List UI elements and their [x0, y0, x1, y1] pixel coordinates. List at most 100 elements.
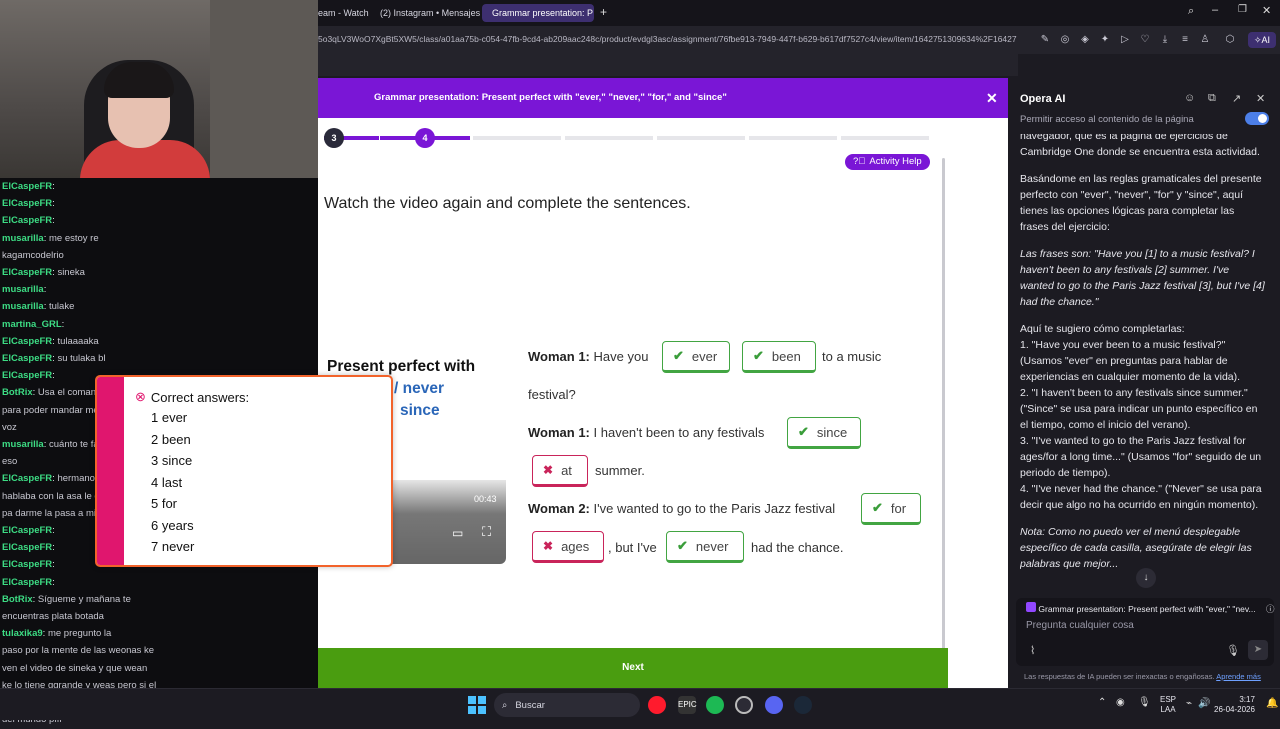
tab-instagram[interactable]: (2) Instagram • Mensajes [370, 4, 480, 22]
cube-icon[interactable]: ⬡ [1222, 32, 1238, 48]
taskbar-search[interactable]: ⌕ Buscar [494, 693, 640, 717]
chat-username[interactable]: musarilla [2, 301, 44, 312]
ai-prompt-input[interactable]: Pregunta cualquier cosa [1026, 620, 1134, 631]
chat-message: musarilla: [2, 281, 318, 298]
chat-username[interactable]: ElCaspeFR [2, 336, 52, 347]
spotify-icon[interactable] [706, 696, 724, 714]
chat-username[interactable]: ElCaspeFR [2, 542, 52, 553]
chat-username[interactable]: BotRix [2, 387, 33, 398]
url-field[interactable]: 5o3qLV3WoO7XgBt5XW5/class/a01aa75b-c054-… [318, 34, 1017, 44]
answer-box-5[interactable]: ✔ for [861, 493, 921, 525]
epic-games-icon[interactable]: EPIC [678, 696, 697, 714]
chat-message: encuentras plata botada [2, 608, 318, 625]
search-label: Buscar [515, 699, 545, 711]
chat-username[interactable]: martina_GRL [2, 319, 62, 330]
answer-box-7[interactable]: ✔ never [666, 531, 744, 563]
ai-button[interactable]: ✧AI [1248, 32, 1276, 48]
tools-icon[interactable]: ✦ [1097, 32, 1113, 48]
next-button[interactable]: Next [318, 648, 948, 688]
menu-icon[interactable]: ≡ [1177, 32, 1193, 48]
chat-username[interactable]: ElCaspeFR [2, 525, 52, 536]
fullscreen-icon[interactable]: ⛶ [482, 524, 491, 540]
ai-list-item: 4. "I've never had the chance." ("Never"… [1020, 483, 1262, 511]
check-icon: ✔ [753, 348, 764, 363]
step-3[interactable]: 3 [324, 128, 344, 148]
chat-username[interactable]: musarilla [2, 439, 44, 450]
system-clock[interactable]: 3:17 26-04-2026 [1214, 695, 1255, 715]
chat-separator: : [52, 370, 55, 382]
answer-box-4[interactable]: ✖ at [532, 455, 588, 487]
tab-label: Grammar presentation: P [492, 8, 594, 18]
video-time: 00:43 [474, 494, 497, 504]
progress-segment [657, 136, 745, 140]
microphone-icon[interactable]: 🎙 [1226, 644, 1240, 657]
chat-message: BotRix: Sígueme y mañana te [2, 591, 318, 608]
emoji-icon[interactable]: ☺ [1184, 92, 1195, 104]
close-panel-icon[interactable]: ✕ [1256, 92, 1265, 105]
send-icon[interactable]: ➤ [1248, 640, 1268, 660]
scroll-down-icon[interactable]: ↓ [1136, 568, 1156, 588]
chat-username[interactable]: ElCaspeFR [2, 181, 52, 192]
profile-icon[interactable]: ♙ [1197, 32, 1213, 48]
tab-watch[interactable]: eam - Watch L [312, 4, 370, 22]
tray-app-icon[interactable]: ◉ [1116, 697, 1125, 708]
chat-username[interactable]: ElCaspeFR [2, 577, 52, 588]
answers-list: 1 ever 2 been 3 since 4 last 5 for 6 yea… [151, 407, 194, 558]
notification-icon[interactable]: 🔔 [1266, 698, 1278, 709]
tab-grammar[interactable]: Grammar presentation: P [482, 4, 594, 22]
microphone-tray-icon[interactable]: 🎙 [1138, 697, 1151, 708]
answer-box-3[interactable]: ✔ since [787, 417, 861, 449]
camera-icon[interactable]: ◎ [1057, 32, 1073, 48]
context-chip[interactable]: Grammar presentation: Present perfect wi… [1026, 602, 1275, 615]
answer-box-1[interactable]: ✔ ever [662, 341, 730, 373]
copy-icon[interactable]: ⧉ [1208, 92, 1216, 105]
answer-box-6[interactable]: ✖ ages [532, 531, 604, 563]
clock-app-icon[interactable] [735, 696, 753, 714]
attach-icon[interactable]: ⌇ [1030, 644, 1035, 657]
windows-start-icon[interactable] [468, 696, 486, 714]
open-external-icon[interactable]: ↗ [1232, 92, 1241, 105]
ai-paragraph: Aquí te sugiero cómo completarlas: [1020, 323, 1185, 335]
chat-username[interactable]: musarilla [2, 233, 44, 244]
progress-segment [841, 136, 929, 140]
opera-icon[interactable] [648, 696, 666, 714]
chat-text: su tulaka bl [57, 353, 106, 365]
chat-username[interactable]: ElCaspeFR [2, 473, 52, 484]
new-tab-icon[interactable]: + [600, 5, 607, 19]
scrollbar-thumb[interactable] [942, 158, 945, 658]
chat-username[interactable]: ElCaspeFR [2, 267, 52, 278]
edit-icon[interactable]: ✎ [1037, 32, 1053, 48]
chat-text: sineka [57, 267, 85, 279]
page-access-toggle[interactable] [1245, 112, 1269, 125]
discord-icon[interactable] [765, 696, 783, 714]
network-icon[interactable]: ⌁ [1186, 698, 1192, 709]
activity-help-button[interactable]: ?⃝ Activity Help [845, 154, 930, 170]
minimize-icon[interactable]: – [1212, 4, 1218, 16]
chat-username[interactable]: BotRix [2, 594, 33, 605]
close-window-icon[interactable]: ✕ [1262, 4, 1271, 17]
steam-icon[interactable] [794, 696, 812, 714]
download-icon[interactable]: ⤓ [1157, 32, 1173, 48]
close-activity-icon[interactable]: ✕ [986, 90, 998, 107]
chat-username[interactable]: ElCaspeFR [2, 215, 52, 226]
answer-item: 2 been [151, 431, 191, 447]
extension-icon[interactable]: ◈ [1077, 32, 1093, 48]
chat-username[interactable]: ElCaspeFR [2, 559, 52, 570]
chat-username[interactable]: musarilla [2, 284, 44, 295]
captions-icon[interactable]: ▭ [452, 526, 463, 540]
search-tabs-icon[interactable]: ⌕ [1188, 5, 1194, 18]
chat-username[interactable]: tulaxika9 [2, 628, 43, 639]
play-icon[interactable]: ▷ [1117, 32, 1133, 48]
chevron-up-icon[interactable]: ⌃ [1098, 697, 1106, 708]
answer-box-2[interactable]: ✔ been [742, 341, 816, 373]
chat-username[interactable]: ElCaspeFR [2, 370, 52, 381]
chat-username[interactable]: ElCaspeFR [2, 198, 52, 209]
scrollbar[interactable] [940, 118, 948, 658]
chat-username[interactable]: ElCaspeFR [2, 353, 52, 364]
volume-icon[interactable]: 🔊 [1198, 698, 1210, 709]
learn-more-link[interactable]: Aprende más [1216, 672, 1261, 681]
step-4[interactable]: 4 [415, 128, 435, 148]
language-indicator[interactable]: ESP LAA [1160, 695, 1176, 715]
heart-icon[interactable]: ♡ [1137, 32, 1153, 48]
maximize-icon[interactable]: ❐ [1238, 4, 1247, 15]
